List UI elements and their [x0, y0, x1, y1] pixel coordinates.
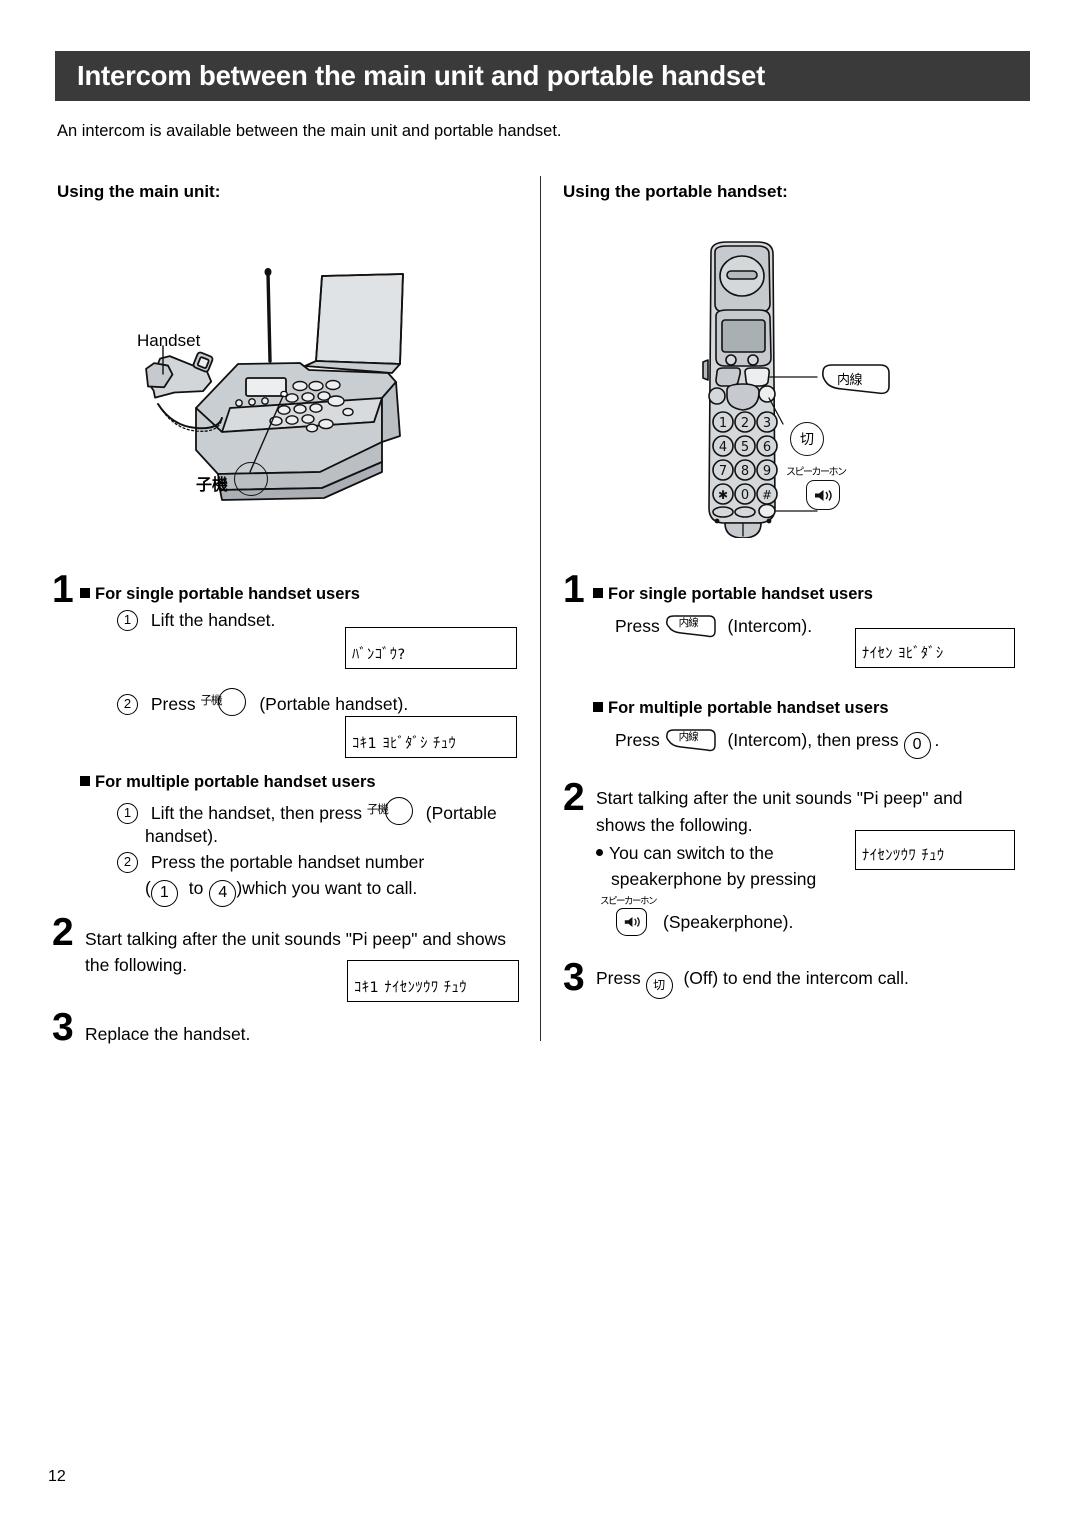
page-number: 12	[48, 1468, 66, 1485]
left-step1-multi-item2: 2 Press the portable handset number	[117, 852, 424, 873]
left-step2-line2: the following.	[85, 955, 188, 975]
speakerphone-key-label: スピーカーホン	[600, 896, 658, 907]
kogi-key-icon	[218, 688, 247, 716]
right-lcd-display-1: ﾅｲｾﾝ ﾖﾋﾞﾀﾞｼ	[855, 628, 1015, 668]
speakerphone-callout-label: スピーカーホン	[786, 467, 847, 478]
page-title: Intercom between the main unit and porta…	[77, 60, 766, 91]
svg-text:7: 7	[719, 464, 727, 479]
square-bullet-icon	[80, 776, 90, 786]
left-step3-text: Replace the handset.	[85, 1024, 251, 1044]
circled-number-to: 4	[209, 880, 237, 907]
svg-text:3: 3	[763, 416, 771, 431]
kogi-figure-label: 子機	[196, 475, 229, 494]
kogi-key-icon	[384, 797, 413, 825]
right-step1-subhead-multiple: For multiple portable handset users	[593, 699, 889, 718]
handset-figure-label: Handset	[137, 331, 201, 350]
circled-number-2: 2	[117, 694, 138, 715]
left-step1-item2: 2 Press 子機 (Portable handset).	[117, 688, 408, 716]
square-bullet-icon	[593, 588, 603, 598]
right-step-1-number: 1	[563, 568, 585, 611]
right-step1-single-line: Press 内線 (Intercom).	[615, 613, 812, 641]
svg-text:✱: ✱	[718, 488, 728, 502]
left-step1-multi-item1-cont: handset).	[145, 826, 218, 846]
circled-number-zero: 0	[903, 732, 931, 759]
right-step-2-number: 2	[563, 776, 585, 819]
right-step2-bullet-line2: speakerphone by pressing	[611, 869, 817, 889]
right-step1-subhead-single: For single portable handset users	[593, 585, 873, 604]
speakerphone-icon	[806, 480, 840, 510]
speakerphone-key-callout: スピーカーホン	[786, 463, 847, 510]
right-column-heading: Using the portable handset:	[563, 182, 788, 201]
right-step-3-number: 3	[563, 956, 585, 999]
right-step2-bullet-line1: You can switch to the	[596, 843, 774, 864]
off-key-icon: 切	[645, 972, 673, 999]
svg-text:8: 8	[741, 464, 749, 479]
intro-paragraph: An intercom is available between the mai…	[57, 122, 562, 140]
circled-number-1: 1	[117, 610, 138, 631]
svg-text:4: 4	[719, 440, 727, 455]
left-column-heading: Using the main unit:	[57, 182, 221, 201]
page-title-bar: Intercom between the main unit and porta…	[55, 51, 1030, 101]
svg-text:6: 6	[763, 440, 771, 455]
left-lcd-display-3: ｺｷ1 ﾅｲｾﾝﾂｳﾜ ﾁｭｳ	[347, 960, 519, 1002]
left-step-2-number: 2	[52, 911, 74, 954]
left-step1-subhead-multiple: For multiple portable handset users	[80, 773, 376, 792]
square-bullet-icon	[80, 588, 90, 598]
naisen-key-callout-label: 内線	[837, 373, 863, 388]
off-key-callout: 切	[790, 422, 824, 456]
svg-text:5: 5	[741, 440, 749, 455]
naisen-key-icon: 内線	[665, 727, 717, 755]
left-step1-subhead-single: For single portable handset users	[80, 585, 360, 604]
left-step2-line1: Start talking after the unit sounds "Pi …	[85, 929, 507, 949]
svg-text:0: 0	[741, 488, 749, 503]
kogi-button-callout	[234, 462, 268, 496]
svg-text:9: 9	[763, 464, 771, 479]
left-step-1-number: 1	[52, 568, 74, 611]
speakerphone-key-icon	[616, 908, 647, 936]
left-lcd-display-2: ｺｷ1 ﾖﾋﾞﾀﾞｼ ﾁｭｳ	[345, 716, 517, 758]
naisen-key-callout: 内線	[820, 362, 892, 400]
naisen-key-label: 内線	[678, 617, 699, 629]
right-step1-multi-line: Press 内線 (Intercom), then press 0.	[615, 727, 939, 759]
left-step1-multi-item2-line2: (1 to 4)which you want to call.	[145, 878, 417, 907]
column-divider	[540, 176, 541, 1041]
left-step1-item1: 1 Lift the handset.	[117, 610, 275, 631]
square-bullet-icon	[593, 702, 603, 712]
manual-page: Intercom between the main unit and porta…	[0, 0, 1080, 1528]
left-lcd-display-1: ﾊﾞﾝｺﾞｳ?	[345, 627, 517, 669]
svg-text:2: 2	[741, 416, 749, 431]
left-step-3-number: 3	[52, 1006, 74, 1049]
right-step2-speakerphone-row: スピーカーホン (Speakerphone).	[600, 893, 793, 936]
right-step2-line1: Start talking after the unit sounds "Pi …	[596, 788, 963, 808]
left-step1-multi-item1: 1 Lift the handset, then press 子機 (Porta…	[117, 797, 497, 825]
svg-text:1: 1	[719, 416, 727, 431]
svg-text:#: #	[762, 488, 772, 502]
circled-number-2: 2	[117, 852, 138, 873]
circled-number-from: 1	[150, 880, 178, 907]
naisen-key-icon: 内線	[665, 613, 717, 641]
main-unit-figure	[100, 236, 540, 546]
right-step2-line2: shows the following.	[596, 815, 753, 835]
right-step3-line: Press 切 (Off) to end the intercom call.	[596, 968, 909, 999]
dot-bullet-icon	[596, 849, 603, 856]
circled-number-1: 1	[117, 803, 138, 824]
right-lcd-display-2: ﾅｲｾﾝﾂｳﾜ ﾁｭｳ	[855, 830, 1015, 870]
speakerphone-caption: (Speakerphone).	[663, 911, 794, 932]
naisen-key-label: 内線	[678, 731, 699, 743]
